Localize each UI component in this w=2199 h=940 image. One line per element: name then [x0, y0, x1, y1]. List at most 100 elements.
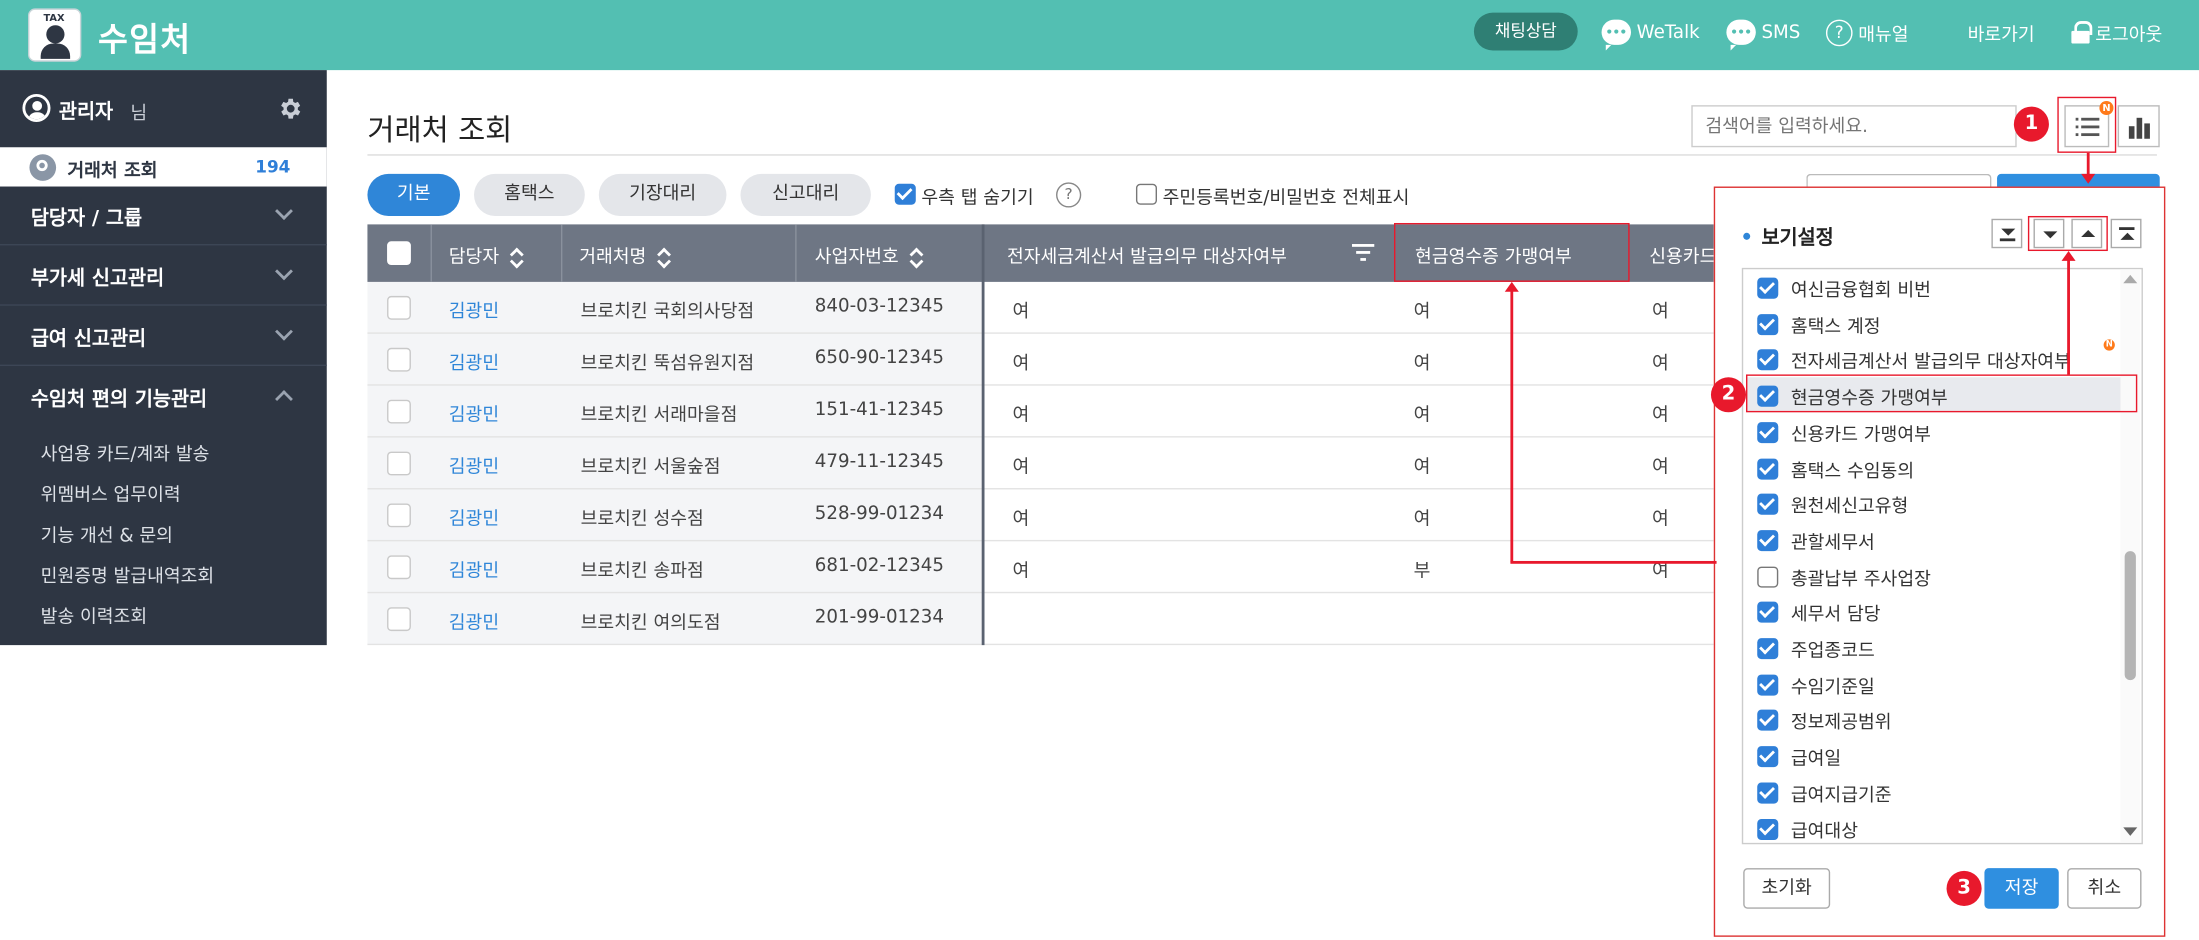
manual-link[interactable]: ? 매뉴얼 — [1825, 17, 1909, 48]
reset-button[interactable]: 초기화 — [1743, 868, 1831, 909]
column-option-label: 정보제공범위 — [1790, 712, 1892, 735]
tab-bookkeeping[interactable]: 기장대리 — [598, 173, 727, 216]
column-header-einvoice[interactable]: 전자세금계산서 발급의무 대상자여부 — [1007, 241, 1287, 268]
manager-cell[interactable]: 김광민 — [449, 503, 499, 530]
column-option[interactable]: 신용카드 가맹여부 — [1757, 419, 1931, 446]
step-badge: 2 — [1710, 377, 1747, 413]
highlight-box-column — [1394, 222, 1630, 282]
row-checkbox[interactable] — [387, 295, 411, 320]
column-option-checkbox[interactable] — [1757, 493, 1779, 515]
help-icon[interactable]: ? — [1056, 182, 1082, 208]
sidebar-menu-payroll[interactable]: 급여 신고관리 — [0, 307, 327, 367]
column-option-label: 총괄납부 주사업장 — [1790, 568, 1931, 590]
column-option[interactable]: 주업종코드 — [1757, 635, 1875, 662]
column-header-name[interactable]: 거래처명 — [579, 241, 669, 268]
settings-gear-icon[interactable] — [276, 95, 303, 122]
column-option[interactable]: 홈택스 계정 — [1757, 311, 1881, 338]
scroll-thumb[interactable] — [2124, 551, 2136, 681]
cash-receipt-cell: 여 — [1413, 353, 1431, 375]
manager-cell[interactable]: 김광민 — [449, 296, 499, 323]
sidebar-menu-managers[interactable]: 담당자 / 그룹 — [0, 187, 327, 246]
save-button[interactable]: 저장 — [1984, 868, 2059, 909]
column-option[interactable]: 원천세신고유형 — [1757, 491, 1908, 518]
column-option-checkbox[interactable] — [1757, 313, 1779, 335]
column-option-checkbox[interactable] — [1757, 674, 1779, 696]
column-option[interactable]: 홈택스 수임동의 — [1757, 455, 1914, 482]
row-checkbox[interactable] — [387, 451, 411, 476]
column-option-checkbox[interactable] — [1757, 349, 1779, 371]
hide-right-tab-checkbox[interactable] — [894, 183, 916, 205]
sidebar-menu-vat[interactable]: 부가세 신고관리 — [0, 247, 327, 306]
column-header-manager[interactable]: 담당자 — [449, 241, 522, 268]
column-option[interactable]: 관할세무서 — [1757, 527, 1875, 554]
column-option-checkbox[interactable] — [1757, 638, 1779, 660]
sidebar-subitem[interactable]: 민원증명 발급내역조회 — [41, 561, 215, 588]
column-option-checkbox[interactable] — [1757, 746, 1779, 768]
row-checkbox[interactable] — [387, 399, 411, 424]
move-top-button[interactable] — [2110, 218, 2142, 249]
tab-basic[interactable]: 기본 — [367, 173, 460, 216]
manager-cell[interactable]: 김광민 — [449, 348, 499, 374]
column-option-label: 전자세금계산서 발급의무 대상자여부 — [1790, 352, 2071, 374]
column-option[interactable]: 총괄납부 주사업장 — [1757, 563, 1931, 590]
scroll-up-arrow[interactable] — [2123, 274, 2138, 284]
column-option[interactable]: 여신금융협회 비번 — [1757, 275, 1931, 302]
biz-number-cell: 201-99-01234 — [814, 607, 944, 629]
row-checkbox[interactable] — [387, 347, 411, 372]
chat-consult-button[interactable]: 채팅상담 — [1473, 12, 1578, 51]
row-checkbox[interactable] — [387, 555, 411, 580]
row-checkbox[interactable] — [387, 607, 411, 632]
user-name: 관리자 — [58, 100, 114, 124]
column-header-biz-no[interactable]: 사업자번호 — [815, 241, 921, 268]
shortcut-link[interactable]: 바로가기 — [1938, 17, 2035, 48]
logout-link[interactable]: 로그아웃 — [2071, 17, 2162, 48]
column-option[interactable]: 급여일 — [1757, 743, 1841, 770]
column-option-checkbox[interactable] — [1757, 457, 1779, 479]
tab-hometax[interactable]: 홈택스 — [474, 173, 585, 216]
column-option-checkbox[interactable] — [1757, 602, 1779, 624]
sidebar-subitem[interactable]: 위멤버스 업무이력 — [41, 480, 181, 506]
show-ssn-checkbox[interactable] — [1135, 183, 1157, 205]
search-icon — [29, 154, 57, 181]
move-bottom-button[interactable] — [1991, 218, 2023, 249]
column-option-checkbox[interactable] — [1757, 566, 1779, 588]
column-option-checkbox[interactable] — [1757, 782, 1779, 804]
filter-icon[interactable] — [1351, 243, 1375, 263]
manager-cell[interactable]: 김광민 — [449, 452, 499, 478]
scroll-down-arrow[interactable] — [2123, 827, 2138, 836]
client-name-cell: 브로치킨 서래마을점 — [580, 405, 738, 427]
column-option-checkbox[interactable] — [1757, 529, 1779, 551]
manager-cell[interactable]: 김광민 — [449, 555, 499, 582]
sidebar-subitem[interactable]: 기능 개선 & 문의 — [41, 520, 173, 547]
sms-link[interactable]: SMS — [1726, 17, 1800, 51]
manager-cell[interactable]: 김광민 — [449, 400, 499, 426]
column-option[interactable]: 전자세금계산서 발급의무 대상자여부 — [1757, 347, 2071, 374]
column-option-label: 홈택스 계정 — [1790, 316, 1881, 338]
column-option[interactable]: 급여대상 — [1757, 816, 1858, 843]
column-option-checkbox[interactable] — [1757, 710, 1779, 732]
table-row[interactable]: 김광민 브로치킨 여의도점 201-99-01234 — [367, 593, 1714, 646]
wetalk-link[interactable]: WeTalk — [1601, 17, 1700, 51]
sidebar-subitem[interactable]: 사업용 카드/계좌 발송 — [41, 439, 210, 466]
tab-filing[interactable]: 신고대리 — [740, 173, 871, 216]
sidebar-subitem[interactable]: 발송 이력조회 — [41, 602, 147, 628]
column-option[interactable]: 세무서 담당 — [1757, 599, 1881, 626]
row-checkbox[interactable] — [387, 503, 411, 528]
column-option-label: 급여대상 — [1790, 821, 1858, 843]
select-all-checkbox[interactable] — [387, 241, 411, 266]
column-option-checkbox[interactable] — [1757, 421, 1779, 443]
column-option[interactable]: 수임기준일 — [1757, 671, 1875, 698]
cancel-button[interactable]: 취소 — [2067, 868, 2142, 909]
column-option[interactable]: 급여지급기준 — [1757, 779, 1892, 806]
column-option[interactable]: 정보제공범위 — [1757, 707, 1892, 735]
sidebar-menu-convenience[interactable]: 수임처 편의 기능관리 — [0, 367, 327, 426]
column-option-checkbox[interactable] — [1757, 818, 1779, 840]
column-option-checkbox[interactable] — [1757, 277, 1779, 299]
app-logo[interactable]: TAX — [28, 8, 82, 62]
manager-cell[interactable]: 김광민 — [449, 607, 499, 634]
card-cell: 여 — [1652, 353, 1669, 375]
chart-view-button[interactable] — [2117, 105, 2160, 148]
search-input[interactable] — [1691, 105, 2017, 148]
sidebar-item-label: 거래처 조회 — [67, 161, 158, 183]
column-header-card[interactable]: 신용카드 — [1649, 241, 1714, 268]
